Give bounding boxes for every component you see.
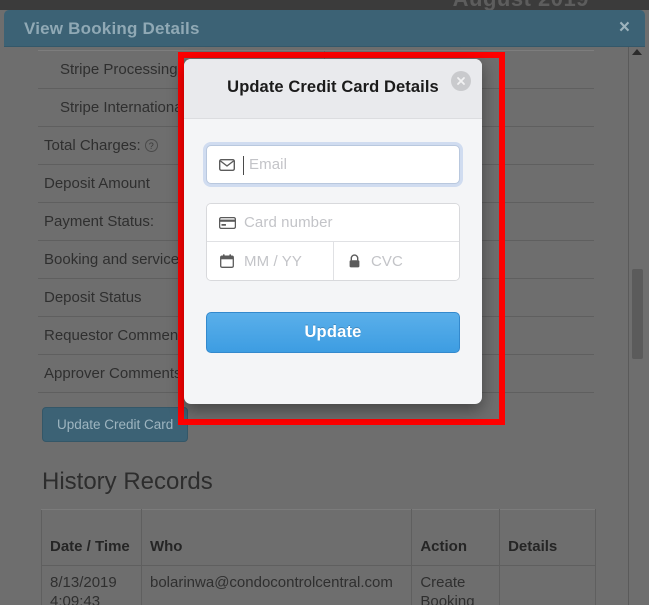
column-header-date-time: Date / Time (41, 509, 142, 566)
table-header-row: Date / Time Who Action Details (41, 509, 596, 566)
envelope-icon (217, 158, 237, 171)
cell-details (499, 565, 596, 605)
credit-card-modal-header: Update Credit Card Details (184, 59, 482, 119)
column-header-details: Details (499, 509, 596, 566)
view-booking-details-title: View Booking Details (24, 19, 200, 38)
row-label-text: Total Charges: (44, 137, 141, 154)
update-submit-button[interactable]: Update (206, 312, 460, 353)
expiry-placeholder: MM / YY (244, 252, 302, 270)
expiry-field[interactable]: MM / YY (207, 242, 333, 280)
cvc-field[interactable]: CVC (333, 242, 459, 280)
vertical-scrollbar[interactable] (628, 47, 645, 605)
card-number-placeholder: Card number (244, 214, 333, 231)
credit-card-icon (217, 216, 237, 229)
table-row: 8/13/2019 4:09:43 bolarinwa@condocontrol… (41, 565, 596, 605)
close-icon[interactable]: × (619, 18, 630, 38)
page-top-strip: August 2019 (0, 0, 649, 11)
expiry-cvc-row: MM / YY CVC (207, 242, 459, 280)
text-caret (243, 156, 244, 175)
history-records-heading: History Records (42, 468, 213, 495)
cell-action: Create Booking (411, 565, 501, 605)
email-field[interactable]: Email (206, 145, 460, 184)
cell-who: bolarinwa@condocontrolcentral.com (140, 565, 413, 605)
cvc-placeholder: CVC (371, 252, 403, 270)
column-header-who: Who (140, 509, 413, 566)
cell-date-time: 8/13/2019 4:09:43 (41, 565, 142, 605)
update-credit-card-modal: Update Credit Card Details Email Card nu… (184, 59, 482, 404)
help-icon[interactable]: ? (144, 139, 158, 152)
column-header-action: Action (411, 509, 501, 566)
credit-card-modal-title: Update Credit Card Details (227, 78, 439, 96)
update-credit-card-button[interactable]: Update Credit Card (42, 407, 189, 442)
calendar-icon (217, 254, 237, 268)
screen-root: August 2019 View Booking Details × Strip… (0, 0, 649, 605)
credit-card-modal-body: Email Card number MM / YY CVC Update (184, 119, 482, 353)
close-circle-icon[interactable] (451, 71, 471, 91)
view-booking-details-header: View Booking Details × (4, 10, 645, 47)
card-details-group: Card number MM / YY CVC (206, 203, 460, 281)
lock-icon (344, 254, 364, 268)
scrollbar-thumb[interactable] (632, 269, 643, 359)
history-records-table: Date / Time Who Action Details 8/13/2019… (41, 509, 596, 605)
card-number-field[interactable]: Card number (207, 204, 459, 242)
scroll-up-arrow-icon[interactable] (632, 49, 642, 55)
email-placeholder: Email (249, 156, 288, 173)
